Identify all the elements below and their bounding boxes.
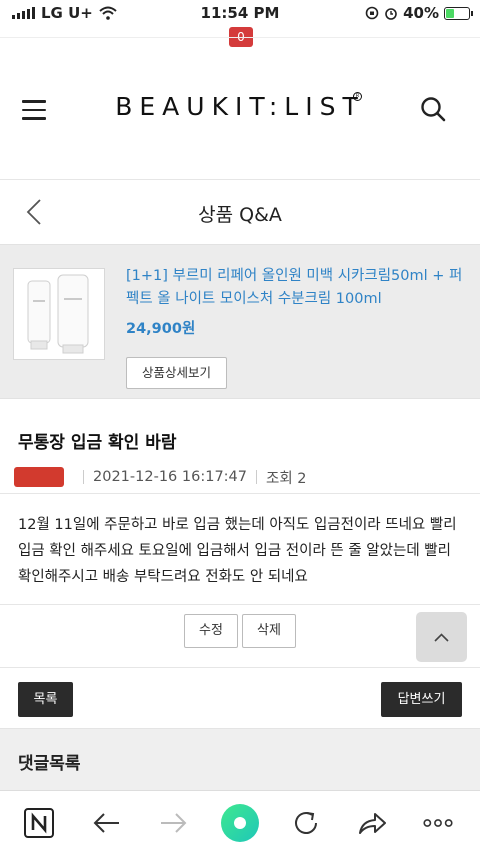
meta-divider (256, 470, 257, 484)
product-name-link[interactable]: [1+1] 부르미 리페어 올인원 미백 시카크림50ml + 퍼펙트 올 나이… (126, 265, 470, 311)
edit-button[interactable]: 수정 (184, 614, 238, 648)
battery-percent: 40% (403, 4, 439, 22)
author-redacted (14, 467, 64, 487)
post-datetime: 2021-12-16 16:17:47 (93, 469, 247, 485)
forward-arrow-icon[interactable] (157, 807, 189, 839)
orientation-lock-icon (365, 6, 379, 20)
back-arrow-icon[interactable] (91, 807, 123, 839)
comments-section: 댓글목록 (0, 728, 480, 790)
divider (0, 493, 480, 494)
post-meta: 2021-12-16 16:17:47 조회 2 (14, 466, 307, 488)
delete-button[interactable]: 삭제 (242, 614, 296, 648)
meta-divider (83, 470, 84, 484)
product-tubes-image (27, 274, 89, 354)
post-views: 조회 2 (266, 470, 307, 487)
browser-toolbar (0, 790, 480, 854)
alarm-icon (385, 8, 397, 20)
product-summary: [1+1] 부르미 리페어 올인원 미백 시카크림50ml + 퍼펙트 올 나이… (0, 244, 480, 399)
naver-n-icon[interactable] (23, 807, 55, 839)
post-body: 12월 11일에 주문하고 바로 입금 했는데 아직도 입금전이라 뜨네요 빨리… (18, 517, 457, 585)
post-title: 무통장 입금 확인 바람 (18, 433, 177, 453)
product-thumbnail[interactable] (13, 268, 105, 360)
product-price: 24,900원 (126, 321, 196, 337)
status-right: 40% (365, 4, 473, 22)
divider (0, 667, 480, 668)
battery-fill (446, 8, 455, 18)
battery-icon (444, 6, 473, 20)
reply-button[interactable]: 답변쓰기 (381, 682, 462, 717)
list-button[interactable]: 목록 (18, 682, 73, 717)
product-detail-button[interactable]: 상품상세보기 (126, 357, 227, 389)
site-header: BEAUKIT:LIST R (0, 37, 480, 180)
divider (0, 604, 480, 605)
share-icon[interactable] (356, 807, 388, 839)
chevron-up-icon (434, 633, 449, 642)
status-bar: LG U+ 11:54 PM 40% (0, 0, 480, 28)
green-dot-icon[interactable] (220, 803, 260, 843)
page-title: 상품 Q&A (198, 204, 282, 226)
search-icon[interactable] (420, 96, 446, 122)
comments-title: 댓글목록 (18, 754, 81, 774)
registered-mark-icon: R (353, 92, 362, 101)
site-logo[interactable]: BEAUKIT:LIST (0, 92, 480, 121)
title-row: 상품 Q&A (0, 180, 480, 244)
more-icon[interactable] (422, 807, 454, 839)
scroll-top-button[interactable] (416, 612, 467, 662)
refresh-icon[interactable] (290, 807, 322, 839)
